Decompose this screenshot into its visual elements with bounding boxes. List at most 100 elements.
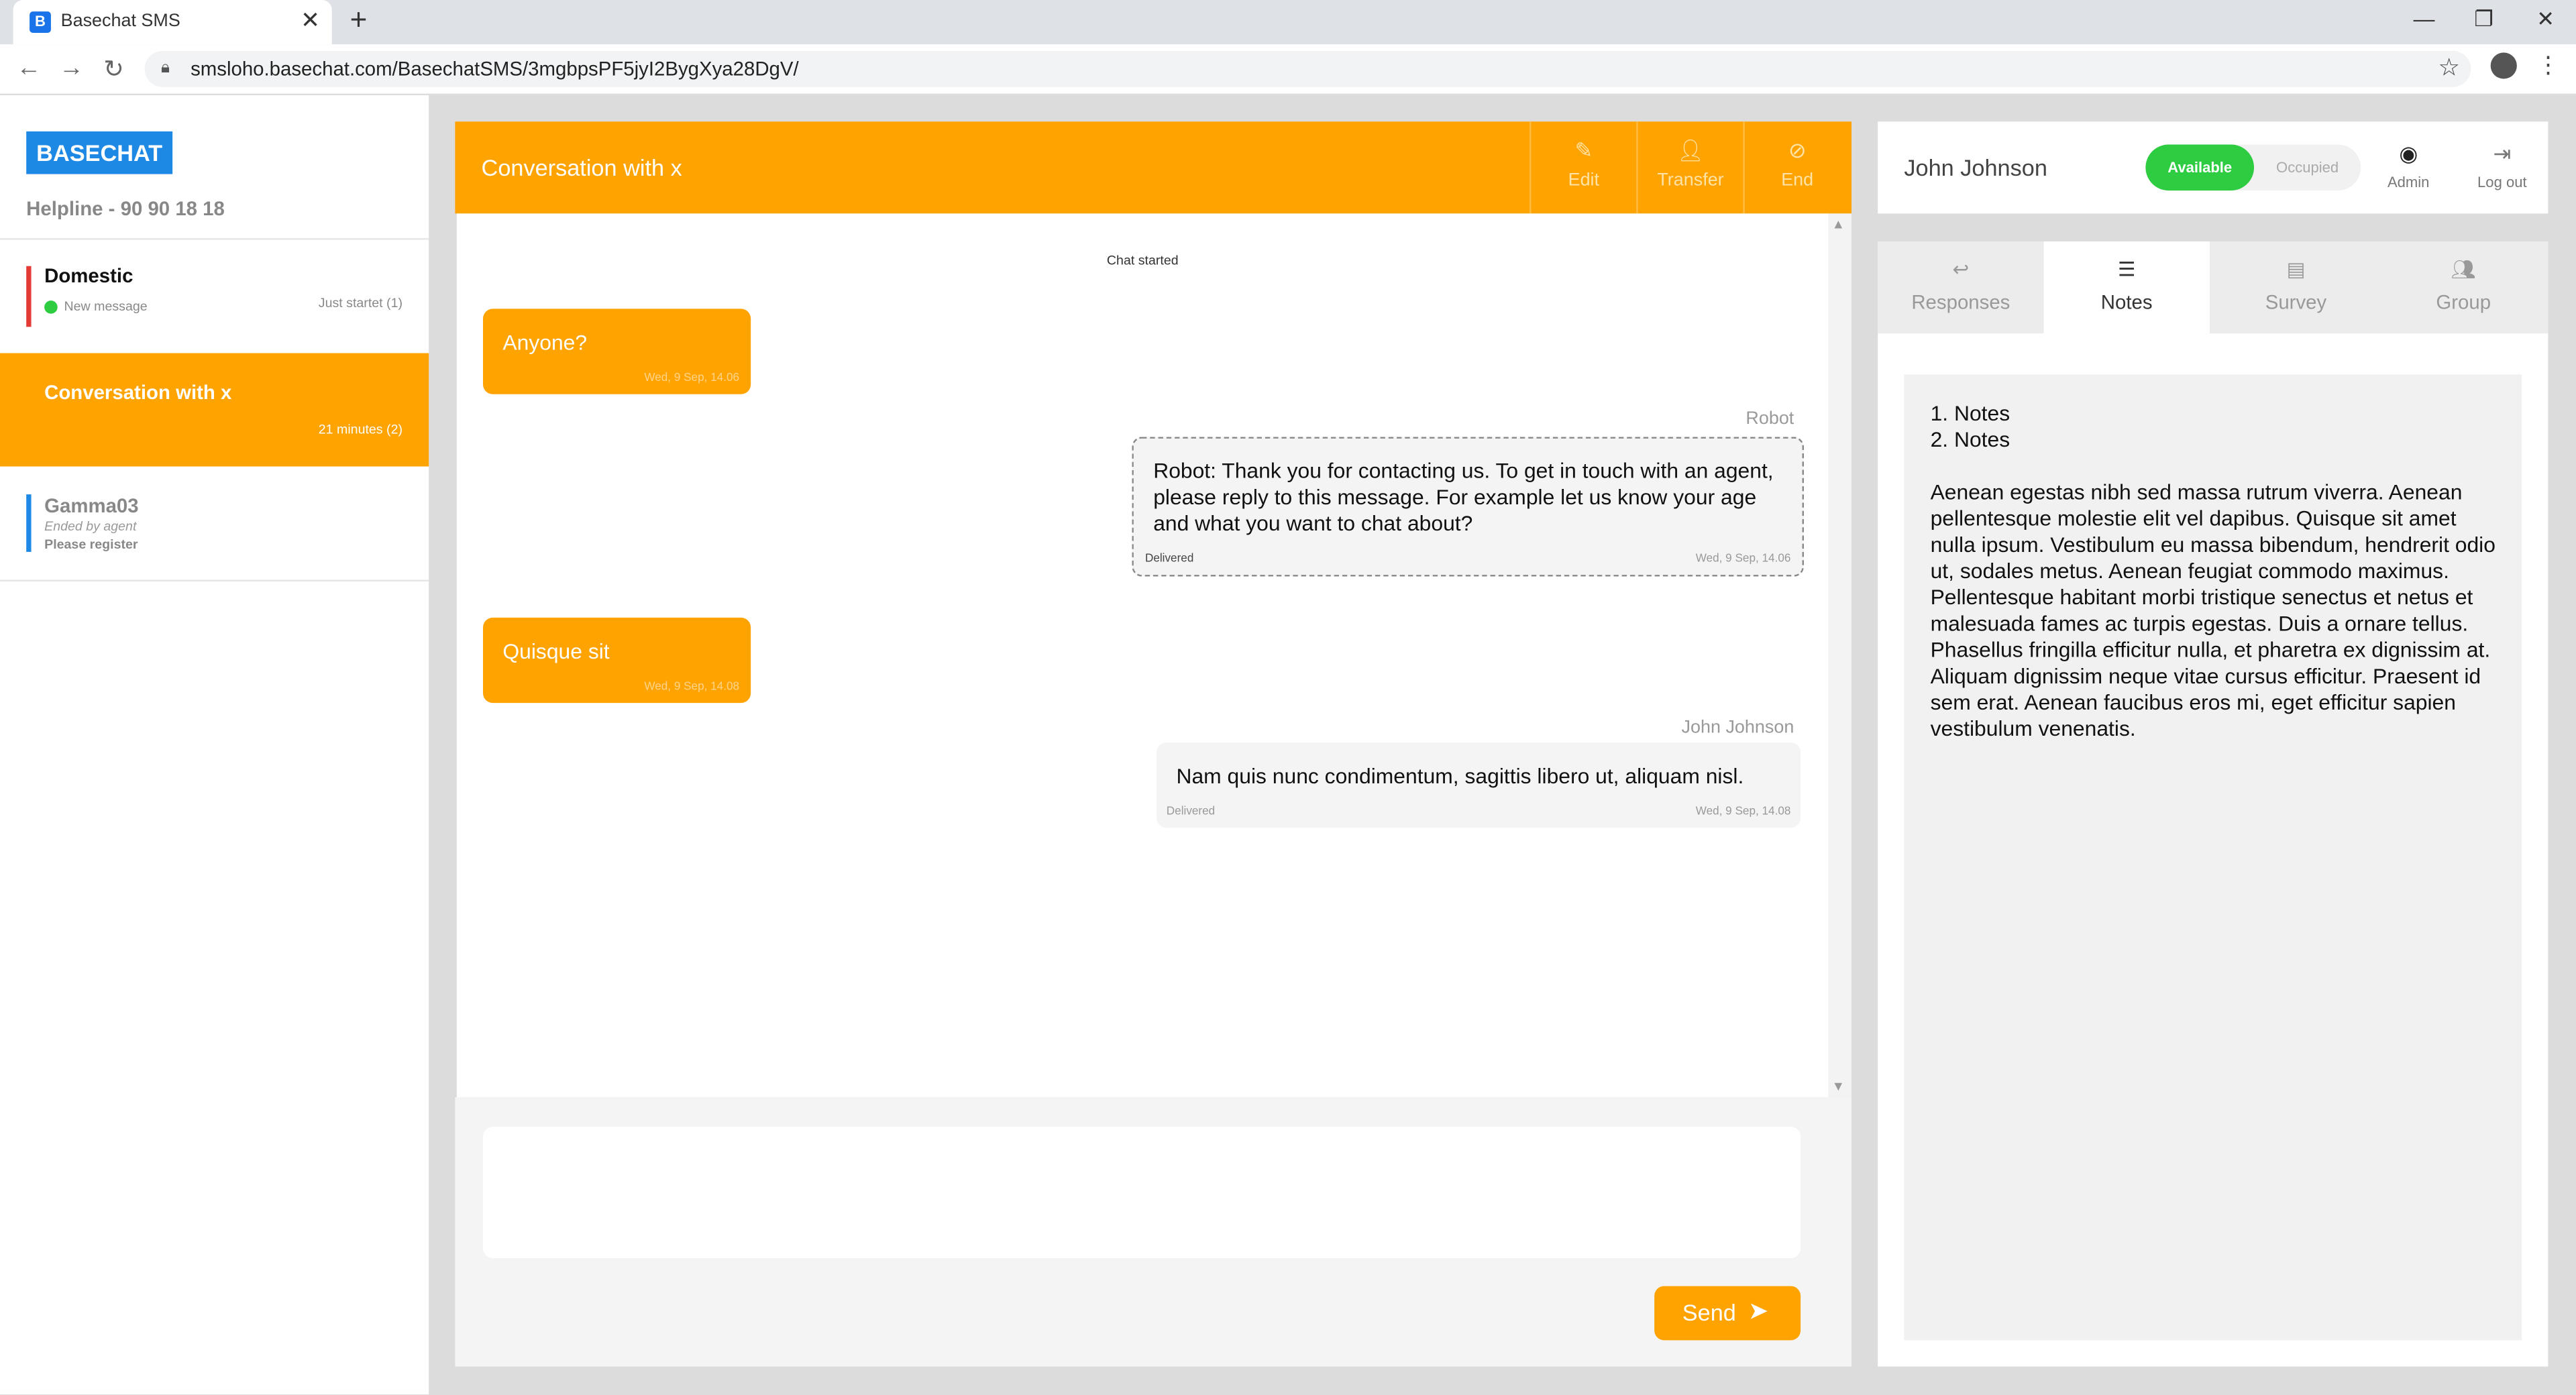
message-date: Wed, 9 Sep, 14.06 bbox=[1695, 553, 1791, 565]
back-icon[interactable]: ← bbox=[16, 54, 41, 82]
edit-label: Edit bbox=[1568, 170, 1600, 191]
message-text: Quisque sit bbox=[502, 638, 610, 664]
tab-survey[interactable]: ▤ Survey bbox=[2213, 241, 2379, 333]
scroll-up-icon[interactable]: ▲ bbox=[1832, 217, 1845, 231]
scroll-down-icon[interactable]: ▼ bbox=[1832, 1079, 1845, 1094]
chat-scrollbar[interactable]: ▲ ▼ bbox=[1828, 213, 1852, 1097]
person-icon: 👤︎ bbox=[1676, 137, 1705, 163]
message-date: Wed, 9 Sep, 14.08 bbox=[1695, 806, 1791, 818]
send-label: Send bbox=[1682, 1299, 1736, 1326]
edit-button[interactable]: ✎ Edit bbox=[1529, 121, 1636, 214]
notes-body: Aenean egestas nibh sed massa rutrum viv… bbox=[1930, 480, 2496, 741]
notes-editor[interactable]: 1. Notes 2. Notes Aenean egestas nibh se… bbox=[1904, 374, 2522, 1341]
notes-icon: ☰ bbox=[2118, 258, 2136, 281]
group-icon: 👥︎ bbox=[2451, 258, 2476, 281]
conversation-title: Conversation with x bbox=[481, 154, 682, 181]
conversation-note: Please register bbox=[44, 537, 138, 552]
conversation-time: 21 minutes (2) bbox=[318, 422, 403, 437]
close-window-icon[interactable]: ✕ bbox=[2536, 7, 2555, 33]
delivery-status: Delivered bbox=[1166, 806, 1216, 818]
new-message-dot-icon bbox=[44, 300, 58, 314]
logout-icon: ⇥ bbox=[2493, 141, 2512, 166]
agent-topbar: John Johnson Available Occupied ◉ Admin … bbox=[1878, 121, 2548, 214]
conversation-header: Conversation with x ✎ Edit 👤︎ Transfer ⊘… bbox=[455, 121, 1852, 214]
conversation-time: Just startet (1) bbox=[318, 295, 403, 311]
incoming-message: Anyone? Wed, 9 Sep, 14.06 bbox=[483, 309, 751, 394]
tab-title: Basechat SMS bbox=[60, 11, 180, 32]
conversation-status: Ended by agent bbox=[44, 518, 137, 534]
tab-group[interactable]: 👥︎ Group bbox=[2381, 241, 2546, 333]
end-button[interactable]: ⊘ End bbox=[1743, 121, 1849, 214]
status-toggle[interactable]: Available Occupied bbox=[2145, 144, 2361, 191]
new-tab-icon[interactable]: + bbox=[350, 3, 368, 38]
notes-list-item: 1. Notes bbox=[1930, 400, 2010, 426]
message-sender: Robot bbox=[1746, 408, 1794, 429]
agent-name: John Johnson bbox=[1904, 154, 2047, 181]
bookmark-star-icon[interactable]: ☆ bbox=[2438, 52, 2460, 82]
incoming-message: Quisque sit Wed, 9 Sep, 14.08 bbox=[483, 617, 751, 704]
tab-label: Notes bbox=[2100, 290, 2153, 314]
close-tab-icon[interactable]: ✕ bbox=[301, 7, 320, 35]
conversation-item-gamma03[interactable]: Gamma03 Ended by agent Please register bbox=[0, 467, 429, 580]
reply-icon: ↩ bbox=[1952, 258, 1970, 281]
transfer-label: Transfer bbox=[1657, 170, 1724, 191]
app-root: B Basechat SMS ✕ + — ❐ ✕ ← → ↻ 🔒︎ smsloh… bbox=[0, 0, 2576, 1395]
restore-icon[interactable]: ❐ bbox=[2474, 7, 2493, 33]
send-button[interactable]: Send ➤ bbox=[1654, 1286, 1801, 1341]
conversation-item-x[interactable]: Conversation with x 21 minutes (2) bbox=[0, 353, 429, 467]
conversation-item-domestic[interactable]: Domestic New message Just startet (1) bbox=[0, 240, 429, 353]
message-text: Robot: Thank you for contacting us. To g… bbox=[1153, 458, 1774, 536]
message-date: Wed, 9 Sep, 14.08 bbox=[644, 681, 740, 693]
priority-bar bbox=[26, 266, 32, 327]
notes-list: 1. Notes 2. Notes bbox=[1931, 401, 2010, 453]
lock-icon: 🔒︎ bbox=[161, 59, 170, 78]
conversation-name: Gamma03 bbox=[44, 494, 139, 518]
status-occupied-button[interactable]: Occupied bbox=[2254, 145, 2361, 191]
minimize-icon[interactable]: — bbox=[2414, 7, 2435, 32]
tab-label: Responses bbox=[1911, 290, 2010, 314]
conversation-name: Conversation with x bbox=[44, 381, 232, 404]
omnibox[interactable]: 🔒︎ smsloho.basechat.com/BasechatSMS/3mgb… bbox=[144, 50, 2471, 87]
logo: BASECHAT bbox=[26, 131, 173, 174]
url-text: smsloho.basechat.com/BasechatSMS/3mgbpsP… bbox=[191, 57, 799, 81]
notes-list-item: 2. Notes bbox=[1930, 427, 2010, 452]
outgoing-message: Robot: Thank you for contacting us. To g… bbox=[1132, 437, 1805, 577]
outgoing-message: Nam quis nunc condimentum, sagittis libe… bbox=[1157, 742, 1801, 828]
browser-tab[interactable]: B Basechat SMS ✕ bbox=[13, 0, 332, 45]
survey-icon: ▤ bbox=[2286, 258, 2306, 281]
browser-menu-icon[interactable]: ⋮ bbox=[2536, 51, 2559, 79]
tab-notes[interactable]: ☰ Notes bbox=[2043, 241, 2210, 334]
priority-bar bbox=[26, 494, 32, 552]
message-date: Wed, 9 Sep, 14.06 bbox=[644, 372, 740, 385]
conversation-sidebar: BASECHAT Helpline - 90 90 18 18 Domestic… bbox=[0, 95, 429, 1395]
browser-tabstrip: B Basechat SMS ✕ + — ❐ ✕ bbox=[0, 0, 2576, 45]
message-input[interactable] bbox=[483, 1127, 1801, 1258]
profile-icon[interactable] bbox=[2490, 52, 2517, 79]
tab-label: Group bbox=[2436, 290, 2491, 314]
conversation-status: New message bbox=[64, 298, 148, 314]
send-icon: ➤ bbox=[1748, 1297, 1769, 1326]
admin-label: Admin bbox=[2387, 174, 2430, 191]
conversation-name: Domestic bbox=[44, 264, 133, 288]
chat-messages: Chat started Anyone? Wed, 9 Sep, 14.06 R… bbox=[456, 213, 1829, 1097]
divider bbox=[0, 579, 429, 581]
tab-label: Survey bbox=[2265, 290, 2327, 314]
panel-tabs: ↩ Responses ☰ Notes ▤ Survey 👥︎ Group bbox=[1878, 241, 2548, 334]
block-icon: ⊘ bbox=[1788, 137, 1807, 163]
pencil-icon: ✎ bbox=[1574, 137, 1593, 163]
chat-started-text: Chat started bbox=[1106, 253, 1179, 268]
message-text: Nam quis nunc condimentum, sagittis libe… bbox=[1176, 763, 1744, 789]
status-available-button[interactable]: Available bbox=[2145, 144, 2255, 191]
eye-off-icon: ◉ bbox=[2399, 141, 2418, 166]
side-panel: ↩ Responses ☰ Notes ▤ Survey 👥︎ Group 1.… bbox=[1878, 241, 2548, 1367]
address-bar: ← → ↻ 🔒︎ smsloho.basechat.com/BasechatSM… bbox=[0, 44, 2576, 96]
message-text: Anyone? bbox=[502, 330, 588, 355]
forward-icon[interactable]: → bbox=[59, 54, 84, 82]
helpline-text: Helpline - 90 90 18 18 bbox=[26, 197, 225, 221]
reload-icon[interactable]: ↻ bbox=[103, 54, 124, 84]
message-sender: John Johnson bbox=[1681, 718, 1794, 738]
end-label: End bbox=[1781, 170, 1814, 191]
logout-label: Log out bbox=[2477, 174, 2527, 191]
tab-responses[interactable]: ↩ Responses bbox=[1878, 241, 2043, 333]
transfer-button[interactable]: 👤︎ Transfer bbox=[1636, 121, 1743, 214]
